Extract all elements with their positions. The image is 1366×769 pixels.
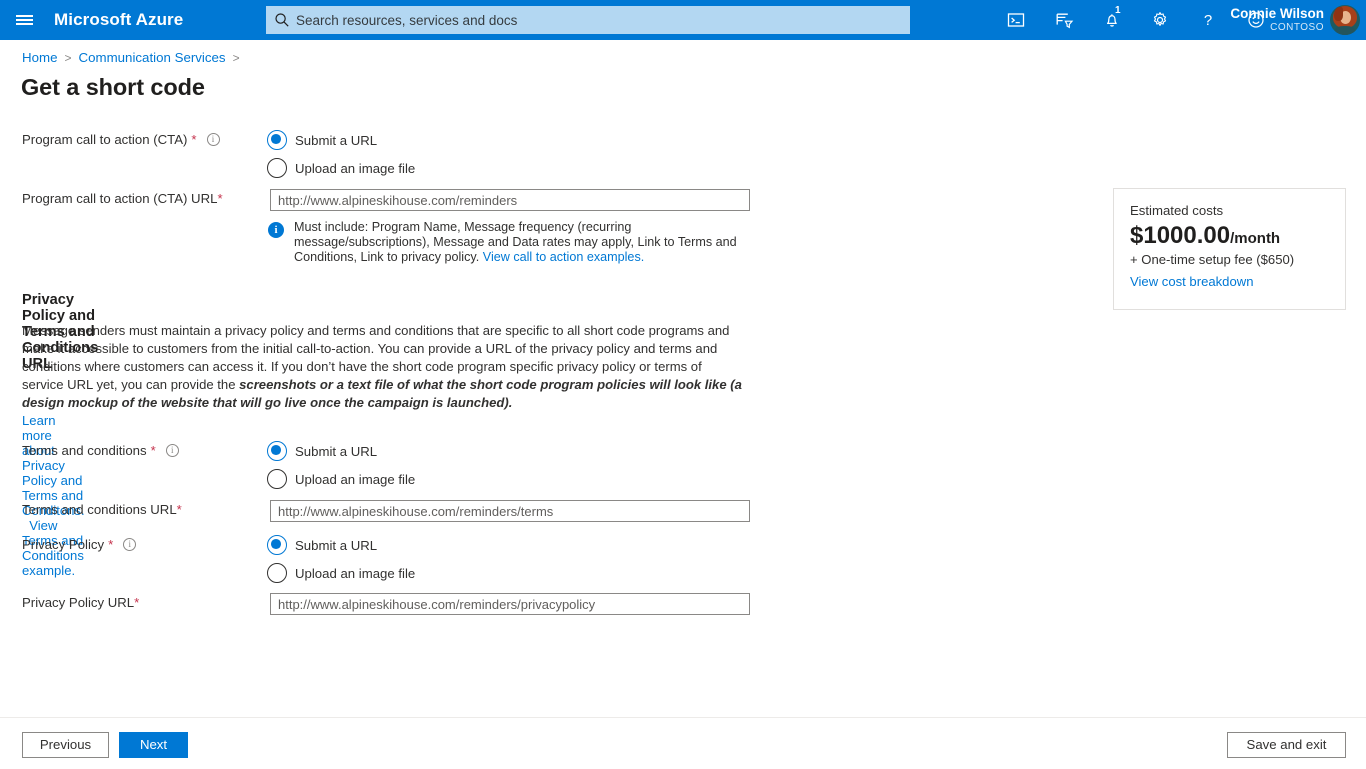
radio-icon-selected[interactable] <box>267 441 287 461</box>
view-cta-examples-link[interactable]: View call to action examples. <box>483 250 644 264</box>
terms-url-label-text: Terms and conditions URL <box>22 502 177 517</box>
view-cost-breakdown-link[interactable]: View cost breakdown <box>1130 274 1254 289</box>
privacy-option-submit-url[interactable]: Submit a URL <box>267 535 377 555</box>
privacy-section-links: Learn more about Privacy Policy and Term… <box>22 413 85 578</box>
info-icon[interactable] <box>207 133 220 146</box>
estimated-costs-title: Estimated costs <box>1130 203 1329 218</box>
terms-url-label: Terms and conditions URL * <box>22 502 182 517</box>
cta-info-text: Must include: Program Name, Message freq… <box>294 220 754 266</box>
cta-url-required-asterisk: * <box>217 191 222 206</box>
user-identity: Connie Wilson CONTOSO <box>1230 7 1324 33</box>
notification-badge-count: 1 <box>1115 6 1121 16</box>
cta-option-label: Submit a URL <box>295 133 377 148</box>
terms-option-label: Upload an image file <box>295 472 415 487</box>
privacy-label: Privacy Policy * <box>22 537 136 552</box>
terms-url-input[interactable] <box>270 500 750 522</box>
cta-info-callout: Must include: Program Name, Message freq… <box>268 220 754 266</box>
chevron-right-icon: > <box>64 51 71 65</box>
cta-url-label-text: Program call to action (CTA) URL <box>22 191 217 206</box>
radio-icon-unselected[interactable] <box>267 469 287 489</box>
info-icon[interactable] <box>166 444 179 457</box>
wizard-footer: Previous Next Save and exit <box>0 717 1366 768</box>
cloud-shell-icon[interactable] <box>992 0 1040 40</box>
privacy-url-required-asterisk: * <box>134 595 139 610</box>
chevron-right-icon: > <box>233 51 240 65</box>
info-icon[interactable] <box>123 538 136 551</box>
info-filled-icon <box>268 222 284 238</box>
terms-label: Terms and conditions * <box>22 443 179 458</box>
search-icon <box>274 12 290 28</box>
avatar-hair-front <box>1334 7 1343 21</box>
estimated-costs-card: Estimated costs $1000.00/month + One-tim… <box>1113 188 1346 310</box>
avatar[interactable] <box>1330 5 1360 35</box>
global-search[interactable] <box>266 6 910 34</box>
privacy-url-label: Privacy Policy URL * <box>22 595 139 610</box>
radio-icon-unselected[interactable] <box>267 563 287 583</box>
privacy-option-label: Submit a URL <box>295 538 377 553</box>
radio-icon-unselected[interactable] <box>267 158 287 178</box>
user-name: Connie Wilson <box>1230 7 1324 22</box>
terms-option-upload-image[interactable]: Upload an image file <box>267 469 415 489</box>
privacy-url-label-text: Privacy Policy URL <box>22 595 134 610</box>
cta-label-text: Program call to action (CTA) <box>22 132 187 147</box>
breadcrumb: Home > Communication Services > <box>22 50 247 65</box>
estimated-costs-amount: $1000.00/month <box>1130 222 1329 250</box>
terms-url-required-asterisk: * <box>177 502 182 517</box>
hamburger-icon[interactable] <box>0 0 48 40</box>
previous-button[interactable]: Previous <box>22 732 109 758</box>
privacy-section-paragraph: Message senders must maintain a privacy … <box>22 322 744 412</box>
hamburger-bar <box>16 15 33 17</box>
privacy-option-upload-image[interactable]: Upload an image file <box>267 563 415 583</box>
terms-option-submit-url[interactable]: Submit a URL <box>267 441 377 461</box>
save-and-exit-button[interactable]: Save and exit <box>1227 732 1346 758</box>
search-input[interactable] <box>296 13 902 28</box>
cta-url-label: Program call to action (CTA) URL * <box>22 191 223 206</box>
cta-url-input[interactable] <box>270 189 750 211</box>
cta-required-asterisk: * <box>191 132 196 147</box>
hamburger-bar <box>16 23 33 25</box>
privacy-label-text: Privacy Policy <box>22 537 104 552</box>
global-header: Microsoft Azure <box>0 0 1366 40</box>
terms-required-asterisk: * <box>151 443 156 458</box>
breadcrumb-item-communication-services[interactable]: Communication Services <box>79 50 226 65</box>
radio-icon-selected[interactable] <box>267 130 287 150</box>
hamburger-bar <box>16 19 33 21</box>
page-title: Get a short code <box>21 74 205 101</box>
avatar-body <box>1335 26 1355 35</box>
notifications-bell-icon[interactable]: 1 <box>1088 0 1136 40</box>
cost-amount-period: /month <box>1230 230 1280 247</box>
settings-gear-icon[interactable] <box>1136 0 1184 40</box>
cta-option-submit-url[interactable]: Submit a URL <box>267 130 377 150</box>
privacy-required-asterisk: * <box>108 537 113 552</box>
radio-icon-selected[interactable] <box>267 535 287 555</box>
cost-amount-value: $1000.00 <box>1130 222 1230 249</box>
user-tenant: CONTOSO <box>1230 22 1324 33</box>
terms-option-label: Submit a URL <box>295 444 377 459</box>
footer-left-accent <box>0 718 5 769</box>
help-question-icon[interactable]: ? <box>1184 0 1232 40</box>
user-account-menu[interactable]: Connie Wilson CONTOSO <box>1230 0 1360 40</box>
terms-label-text: Terms and conditions <box>22 443 147 458</box>
azure-brand-link[interactable]: Microsoft Azure <box>54 10 183 30</box>
one-time-setup-fee: + One-time setup fee ($650) <box>1130 252 1329 267</box>
cta-label: Program call to action (CTA) * <box>22 132 220 147</box>
privacy-url-input[interactable] <box>270 593 750 615</box>
next-button[interactable]: Next <box>119 732 188 758</box>
breadcrumb-item-home[interactable]: Home <box>22 50 57 65</box>
svg-text:?: ? <box>1204 12 1212 29</box>
directories-subscriptions-icon[interactable] <box>1040 0 1088 40</box>
cta-option-upload-image[interactable]: Upload an image file <box>267 158 415 178</box>
cta-option-label: Upload an image file <box>295 161 415 176</box>
privacy-option-label: Upload an image file <box>295 566 415 581</box>
